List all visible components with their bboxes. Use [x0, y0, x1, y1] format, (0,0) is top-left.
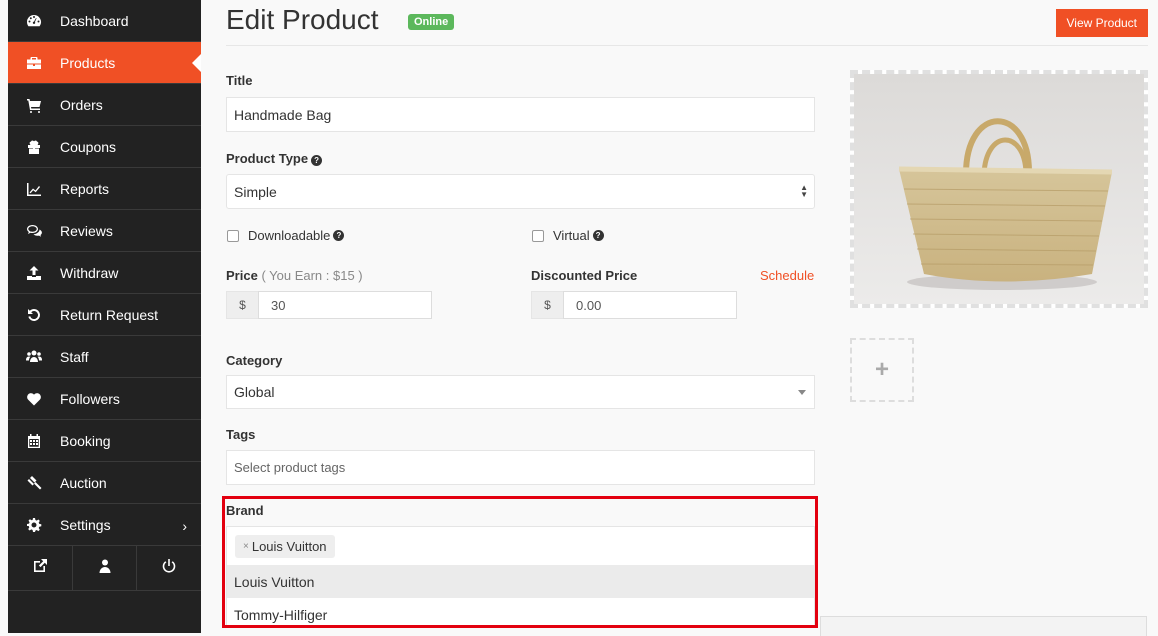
sidebar-item-withdraw[interactable]: Withdraw	[8, 252, 201, 294]
add-gallery-image-button[interactable]: +	[850, 338, 914, 402]
user-icon	[97, 558, 113, 579]
sidebar-item-label: Staff	[60, 348, 89, 365]
view-product-button[interactable]: View Product	[1055, 9, 1148, 37]
price-label-text: Price	[226, 268, 258, 283]
sidebar-item-label: Coupons	[60, 138, 117, 155]
title-input[interactable]: Handmade Bag	[226, 97, 815, 132]
currency-prefix: $	[226, 291, 258, 319]
virtual-checkbox[interactable]	[532, 229, 544, 242]
cart-icon	[24, 97, 44, 113]
sidebar-item-return-request[interactable]: Return Request	[8, 294, 201, 336]
tags-input[interactable]: Select product tags	[226, 450, 815, 485]
sidebar-item-label: Auction	[60, 474, 107, 491]
sidebar-item-staff[interactable]: Staff	[8, 336, 201, 378]
price-value: 30	[271, 297, 286, 313]
price-label: Price ( You Earn : $15 )	[226, 268, 363, 283]
dashboard-icon	[24, 13, 44, 29]
help-icon[interactable]: ?	[311, 155, 323, 166]
product-type-label-text: Product Type	[226, 151, 309, 166]
status-badge: Online	[408, 14, 455, 30]
chart-line-icon	[24, 181, 44, 197]
chevron-right-icon: ›	[182, 518, 187, 534]
profile-button[interactable]	[73, 546, 138, 590]
price-input-group: $ 30	[226, 291, 432, 319]
sidebar-item-followers[interactable]: Followers	[8, 378, 201, 420]
sidebar-item-coupons[interactable]: Coupons	[8, 126, 201, 168]
sidebar-item-label: Reports	[60, 180, 110, 197]
logout-button[interactable]	[137, 546, 201, 590]
caret-down-icon	[798, 390, 806, 395]
sidebar-item-booking[interactable]: Booking	[8, 420, 201, 462]
help-icon[interactable]: ?	[592, 230, 604, 241]
discount-input-group: $ 0.00	[531, 291, 737, 319]
sidebar-item-auction[interactable]: Auction	[8, 462, 201, 504]
upload-icon	[24, 265, 44, 281]
downloadable-label: Downloadable	[248, 228, 331, 243]
page-title: Edit Product	[226, 4, 379, 35]
calendar-icon	[24, 433, 44, 449]
product-type-select[interactable]: Simple ▲ ▼	[226, 174, 815, 209]
gear-icon	[24, 517, 44, 533]
category-select[interactable]: Global	[226, 375, 815, 409]
discounted-price-input[interactable]: 0.00	[563, 291, 737, 319]
sidebar-item-label: Reviews	[60, 222, 113, 239]
price-input[interactable]: 30	[258, 291, 432, 319]
briefcase-icon	[24, 55, 44, 71]
help-icon[interactable]: ?	[333, 230, 345, 241]
sidebar-item-label: Settings	[60, 516, 111, 533]
sidebar-item-label: Return Request	[60, 306, 159, 323]
virtual-option[interactable]: Virtual?	[532, 228, 604, 243]
comments-icon	[24, 223, 44, 239]
downloadable-checkbox[interactable]	[227, 229, 239, 242]
plus-icon: +	[874, 356, 889, 383]
title-label: Title	[226, 73, 253, 88]
tags-placeholder: Select product tags	[234, 460, 346, 475]
sidebar-item-label: Withdraw	[60, 264, 119, 281]
product-type-value: Simple	[234, 183, 277, 200]
price-earn-note: ( You Earn : $15 )	[261, 268, 363, 283]
heart-icon	[24, 391, 44, 407]
sidebar-item-orders[interactable]: Orders	[8, 84, 201, 126]
product-image[interactable]	[850, 70, 1148, 308]
sidebar-footer	[8, 546, 201, 591]
category-value: Global	[234, 384, 275, 400]
external-link-icon	[32, 558, 48, 579]
sidebar-item-label: Booking	[60, 432, 111, 449]
sidebar-item-label: Followers	[60, 390, 120, 407]
sidebar-item-dashboard[interactable]: Dashboard	[8, 0, 201, 42]
currency-prefix: $	[531, 291, 563, 319]
select-arrows-icon: ▲ ▼	[800, 183, 808, 199]
side-panel-box	[820, 616, 1147, 636]
schedule-link[interactable]: Schedule	[760, 268, 814, 283]
sidebar-item-reviews[interactable]: Reviews	[8, 210, 201, 252]
tags-label: Tags	[226, 427, 256, 442]
sidebar-item-reports[interactable]: Reports	[8, 168, 201, 210]
undo-icon	[24, 307, 44, 323]
product-type-label: Product Type?	[226, 151, 323, 166]
discounted-price-placeholder: 0.00	[576, 297, 602, 313]
sidebar-item-products[interactable]: Products	[8, 42, 201, 84]
users-icon	[24, 349, 44, 365]
sidebar-item-label: Products	[60, 54, 116, 71]
sidebar-item-label: Dashboard	[60, 12, 129, 29]
power-icon	[161, 558, 177, 579]
gavel-icon	[24, 475, 44, 491]
highlight-annotation	[222, 496, 818, 628]
title-input-value: Handmade Bag	[234, 106, 332, 123]
sidebar-item-label: Orders	[60, 96, 103, 113]
category-label: Category	[226, 353, 283, 368]
discounted-price-label: Discounted Price	[531, 268, 638, 283]
virtual-label: Virtual	[553, 228, 590, 243]
downloadable-option[interactable]: Downloadable?	[227, 228, 345, 243]
sidebar: Dashboard Products Orders Coupons Report…	[8, 0, 201, 633]
sidebar-item-settings[interactable]: Settings ›	[8, 504, 201, 546]
visit-store-button[interactable]	[8, 546, 73, 590]
gift-icon	[24, 139, 44, 155]
basket-image	[854, 74, 1144, 304]
page-header: Edit Product Online View Product	[226, 0, 1148, 46]
